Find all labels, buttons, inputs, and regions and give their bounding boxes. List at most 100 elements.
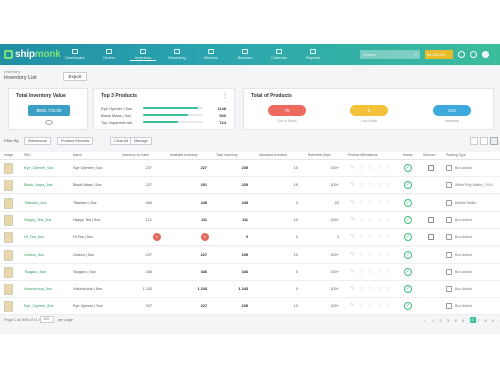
user-avatar-icon[interactable] bbox=[482, 51, 489, 58]
product-thumbnail[interactable] bbox=[4, 180, 13, 192]
product-affirmation-icons[interactable]: ✎ ☆ ☆ ☆ ☆ bbox=[350, 302, 392, 309]
product-thumbnail[interactable] bbox=[4, 232, 13, 244]
column-header[interactable]: Secured bbox=[423, 153, 435, 157]
product-affirmation-icons[interactable]: ✎ ☆ ☆ ☆ ☆ bbox=[350, 216, 392, 223]
available-cell: 227 bbox=[200, 166, 207, 170]
name-cell: Tsugaro | 5oz bbox=[73, 269, 96, 274]
page-number[interactable]: 7 bbox=[477, 318, 479, 323]
column-header[interactable]: Packing Type bbox=[446, 153, 466, 157]
export-button[interactable]: Export bbox=[63, 72, 87, 81]
column-header[interactable]: Status bbox=[403, 153, 412, 157]
table-row[interactable]: Eye_Opener_5oz Eye Opener | 5oz 237 227 235 1… bbox=[0, 298, 500, 316]
status-check-icon: ✓ bbox=[404, 215, 412, 224]
product-thumbnail[interactable] bbox=[4, 163, 13, 174]
calendar-icon bbox=[276, 49, 282, 54]
on-hand-cell: 237 bbox=[145, 183, 152, 188]
column-header[interactable]: Allocated Inventory bbox=[259, 153, 287, 157]
product-thumbnail[interactable] bbox=[4, 266, 13, 278]
column-header[interactable]: Inventory on Hand bbox=[122, 153, 149, 157]
filter-icon[interactable] bbox=[480, 137, 488, 145]
table-row[interactable]: Voluminous_5oz Voluminous | 5oz 1 243 1 243… bbox=[0, 281, 500, 299]
page-number[interactable]: 9 bbox=[492, 318, 494, 323]
product-affirmation-icons[interactable]: ✎ ☆ ☆ ☆ ☆ bbox=[350, 181, 392, 188]
low-stock-pill[interactable]: 8 bbox=[350, 105, 388, 116]
sku-cell[interactable]: Happy_Tea_5oz bbox=[24, 218, 51, 222]
nav-item-orders[interactable]: Orders bbox=[96, 49, 122, 60]
nav-item-reports[interactable]: Reports bbox=[300, 49, 326, 60]
packing-box-icon bbox=[446, 216, 452, 223]
nav-item-dashboard[interactable]: Dashboard bbox=[62, 49, 88, 60]
page-number[interactable]: 6 bbox=[469, 317, 476, 323]
table-row[interactable]: Titanium_5oz Titanium | 5oz 454 445 445 0 24 ✎ … bbox=[0, 194, 500, 212]
column-header[interactable]: Retention Days bbox=[308, 153, 331, 157]
retention-cell: 100+ bbox=[330, 217, 339, 222]
table-row[interactable]: Black_Mass_5oz Black Mass | 5oz 237 201 235 1… bbox=[0, 177, 500, 195]
product-affirmation-icons[interactable]: ✎ ☆ ☆ ☆ ☆ bbox=[350, 233, 392, 240]
page-number[interactable]: 5 bbox=[462, 318, 464, 323]
product-thumbnail[interactable] bbox=[4, 197, 13, 209]
table-row[interactable]: Eye_Opener_5oz Eye Opener | 5oz 237 227 235 1… bbox=[0, 160, 500, 177]
nav-item-receiving[interactable]: Receiving bbox=[164, 49, 190, 60]
column-header[interactable]: Available Inventory bbox=[170, 153, 198, 157]
out-of-stock-pill[interactable]: 76 bbox=[268, 105, 306, 116]
table-row[interactable]: Hi_Tea_5oz Hi Tea | 5oz 0 0 0 0 0 ✎ ☆ ☆ ☆ ☆ ✓ Box… bbox=[0, 229, 500, 247]
column-header[interactable]: Total Inventory bbox=[216, 153, 237, 157]
product-affirmation-icons[interactable]: ✎ ☆ ☆ ☆ ☆ bbox=[350, 164, 392, 171]
product-affirmation-icons[interactable]: ✎ ☆ ☆ ☆ ☆ bbox=[350, 251, 392, 258]
product-thumbnail[interactable] bbox=[4, 214, 13, 226]
page-number[interactable]: 4 bbox=[455, 318, 457, 323]
columns-icon[interactable] bbox=[470, 137, 478, 145]
packing-type-cell: Box Added bbox=[455, 304, 472, 309]
breadcrumb[interactable]: Inventory bbox=[4, 69, 20, 74]
more-options-icon[interactable]: ⋮ bbox=[222, 92, 228, 99]
product-affirmation-icons[interactable]: ✎ ☆ ☆ ☆ ☆ bbox=[350, 285, 392, 292]
product-affirmation-icons[interactable]: ✎ ☆ ☆ ☆ ☆ bbox=[350, 268, 392, 275]
sku-cell[interactable]: Tsugaro_5oz bbox=[24, 270, 46, 274]
status-check-icon: ✓ bbox=[404, 285, 412, 294]
sku-cell[interactable]: Titanium_5oz bbox=[24, 201, 47, 205]
filter-chip-product-records[interactable]: Product Records bbox=[57, 137, 94, 145]
top-navigation: shipmonk Dashboard Orders Inventory Receivi… bbox=[0, 44, 500, 65]
logo-text-monk: monk bbox=[34, 49, 61, 60]
nav-item-batches[interactable]: Batches bbox=[232, 49, 258, 60]
column-header[interactable]: Name bbox=[73, 153, 82, 157]
balance-badge[interactable]: $4,510.00 bbox=[425, 50, 453, 59]
search-table-icon[interactable] bbox=[490, 137, 498, 145]
page-number[interactable]: 1 bbox=[432, 318, 434, 323]
top-product-bar bbox=[143, 107, 199, 109]
per-page-select[interactable]: 100 bbox=[40, 316, 54, 323]
allocated-cell: 0 bbox=[295, 269, 298, 274]
sku-cell[interactable]: Voluminous_5oz bbox=[24, 287, 52, 291]
nav-item-returns[interactable]: Returns bbox=[198, 49, 224, 60]
page-number[interactable]: 3 bbox=[447, 318, 449, 323]
inventory-value-title: Total Inventory Value bbox=[16, 93, 66, 99]
settings-icon[interactable] bbox=[470, 51, 477, 58]
search-input[interactable]: Search ⚲ bbox=[360, 50, 420, 59]
filter-chip-warehouse[interactable]: Warehouse bbox=[24, 137, 52, 145]
table-row[interactable]: Tsugaro_5oz Tsugaro | 5oz 346 346 346 0 100+ ✎ … bbox=[0, 263, 500, 281]
product-thumbnail[interactable] bbox=[4, 284, 13, 296]
inventory-pill[interactable]: 543 bbox=[433, 105, 471, 116]
help-icon[interactable] bbox=[458, 51, 465, 58]
nav-item-inventory[interactable]: Inventory bbox=[130, 48, 156, 61]
table-row[interactable]: Happy_Tea_5oz Happy Tea | 5oz 121 111 111 10 1… bbox=[0, 211, 500, 229]
nav-item-calendar[interactable]: Calendar bbox=[266, 49, 292, 60]
product-affirmation-icons[interactable]: ✎ ☆ ☆ ☆ ☆ bbox=[350, 199, 392, 206]
page-number[interactable]: 2 bbox=[440, 318, 442, 323]
product-thumbnail[interactable] bbox=[4, 249, 13, 261]
sku-cell[interactable]: Eye_Opener_5oz bbox=[24, 304, 54, 308]
sku-cell[interactable]: Eye_Opener_5oz bbox=[24, 166, 54, 170]
table-row[interactable]: Unison_5oz Unison | 5oz 237 227 235 10 100+ ✎ ☆… bbox=[0, 246, 500, 264]
previous-page-icon[interactable]: ‹ bbox=[424, 318, 425, 323]
logo[interactable]: shipmonk bbox=[0, 49, 62, 60]
page-number[interactable]: 8 bbox=[485, 318, 487, 323]
product-thumbnail[interactable] bbox=[4, 301, 13, 313]
clear-all-button[interactable]: Clear All bbox=[110, 137, 133, 145]
manage-button[interactable]: Manage bbox=[130, 137, 152, 145]
nav-items: Dashboard Orders Inventory Receiving Returns… bbox=[62, 44, 334, 65]
column-header[interactable]: SKU bbox=[24, 153, 31, 157]
sku-cell[interactable]: Hi_Tea_5oz bbox=[24, 235, 44, 239]
sku-cell[interactable]: Unison_5oz bbox=[24, 253, 44, 257]
sku-cell[interactable]: Black_Mass_5oz bbox=[24, 183, 53, 187]
refresh-icon[interactable] bbox=[45, 120, 53, 125]
